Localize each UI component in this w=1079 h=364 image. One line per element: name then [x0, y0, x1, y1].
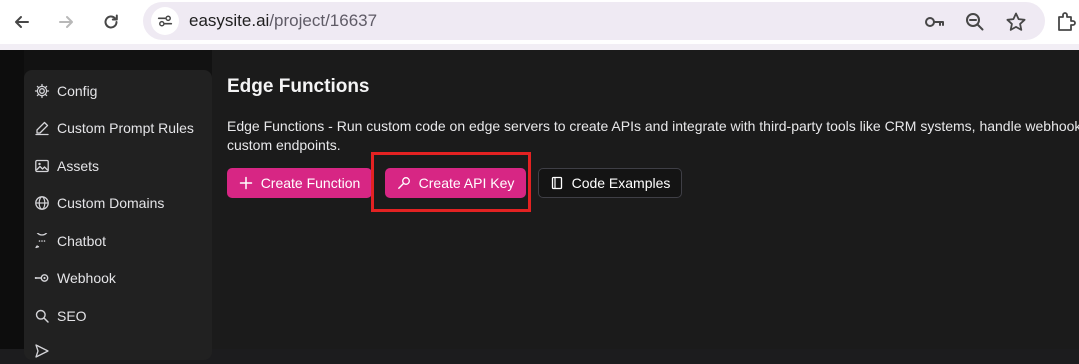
back-arrow-icon [15, 16, 29, 28]
site-settings-icon [157, 15, 173, 27]
address-bar[interactable]: easysite.ai/project/16637 [143, 2, 1045, 40]
bookmark-button[interactable] [1005, 11, 1027, 33]
highlight-box [371, 152, 531, 212]
sidebar-item-assets[interactable]: Assets [34, 153, 204, 179]
sidebar-item-label: Custom Domains [57, 195, 165, 211]
create-function-button[interactable]: Create Function [227, 168, 372, 198]
sidebar-item-label: Chatbot [57, 233, 107, 249]
button-label: Create Function [260, 175, 361, 191]
sidebar-item-custom-domains[interactable]: Custom Domains [34, 190, 204, 216]
sidebar-item-config[interactable]: Config [34, 78, 204, 104]
key-icon [925, 17, 944, 27]
sidebar-item-webhook[interactable]: Webhook [34, 265, 204, 291]
forward-button[interactable] [52, 8, 80, 36]
url-host: easysite.ai [189, 11, 270, 30]
zoom-icon [966, 13, 984, 31]
url-text[interactable]: easysite.ai/project/16637 [189, 11, 377, 31]
reload-button[interactable] [97, 8, 125, 36]
reload-icon [104, 14, 118, 29]
forward-arrow-icon [59, 16, 73, 28]
zoom-button[interactable] [964, 11, 986, 33]
extensions-icon[interactable] [1054, 10, 1078, 34]
password-key-button[interactable] [923, 11, 945, 33]
sidebar-item-label: Assets [57, 158, 100, 174]
button-label: Code Examples [571, 175, 671, 191]
sidebar-item-label: Config [57, 83, 98, 99]
sidebar-item-partial[interactable] [34, 338, 204, 364]
code-examples-button[interactable]: Code Examples [538, 168, 682, 198]
plus-icon [239, 176, 252, 190]
url-path: /project/16637 [269, 11, 378, 30]
description-line: Edge Functions - Run custom code on edge… [227, 118, 1079, 134]
pencil-icon [35, 121, 49, 136]
description-line: custom endpoints. [227, 137, 341, 153]
sidebar-item-label: Webhook [57, 270, 116, 286]
image-icon [35, 159, 49, 173]
sidebar-item-custom-prompt-rules[interactable]: Custom Prompt Rules [34, 115, 204, 141]
settings-sidebar: Config Custom Prompt Rules Assets Custom… [24, 70, 212, 360]
back-button[interactable] [8, 8, 36, 36]
sidebar-item-seo[interactable]: SEO [34, 303, 204, 329]
browser-toolbar: easysite.ai/project/16637 [0, 0, 1079, 44]
sidebar-item-label: SEO [57, 308, 87, 324]
gear-icon [34, 83, 50, 99]
page-title: Edge Functions [227, 76, 370, 97]
search-icon [35, 309, 49, 323]
book-icon [551, 176, 562, 190]
globe-icon [35, 196, 49, 210]
sidebar-item-label: Custom Prompt Rules [57, 120, 194, 136]
page-description: Edge Functions - Run custom code on edge… [227, 117, 1079, 155]
star-icon [1006, 12, 1026, 31]
sidebar-item-chatbot[interactable]: Chatbot [34, 228, 204, 254]
webhook-icon [34, 274, 49, 282]
left-edge-panel [0, 50, 24, 349]
chat-icon [35, 233, 48, 249]
site-settings-button[interactable] [151, 7, 179, 35]
send-icon [35, 344, 49, 358]
